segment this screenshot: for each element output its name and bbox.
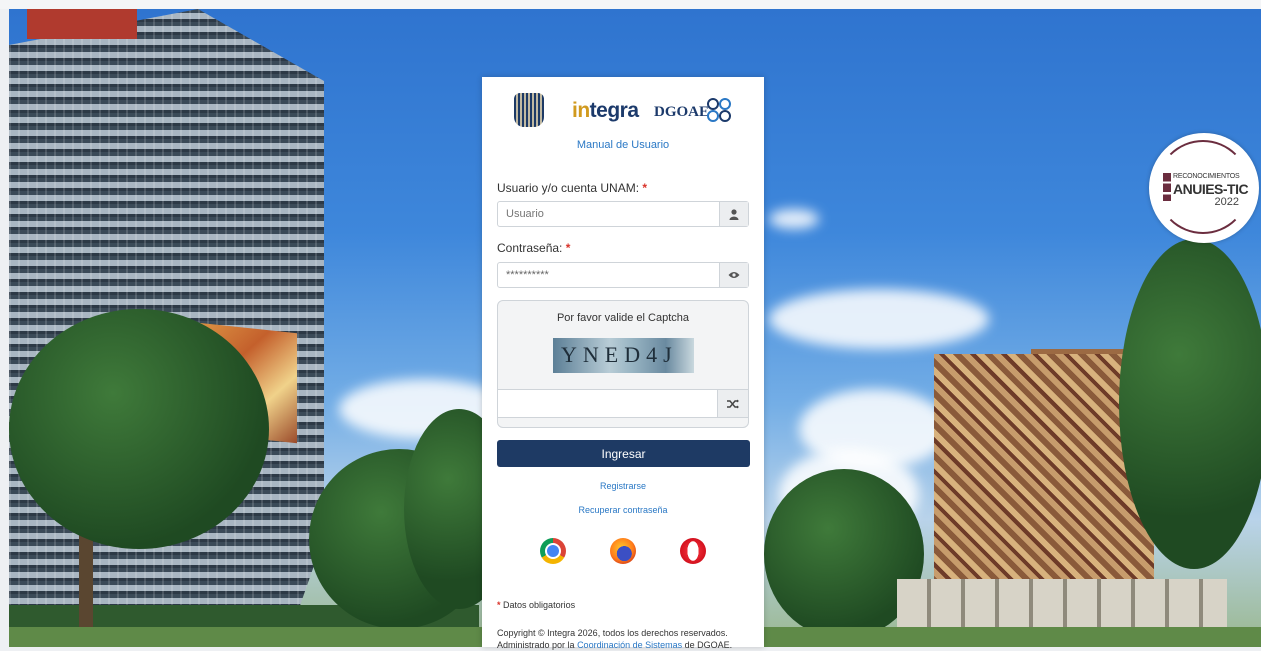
integra-logo: integra	[572, 99, 639, 122]
dgoae-mark-icon	[707, 98, 731, 122]
badge-name: ANUIES-TIC	[1173, 181, 1249, 197]
captcha-input[interactable]	[498, 390, 722, 418]
shuffle-icon[interactable]	[717, 390, 748, 417]
captcha-image: YNED4J	[553, 338, 694, 373]
password-field	[497, 262, 749, 288]
login-panel: integra DGOAE Manual de Usuario Usuario …	[482, 77, 764, 650]
username-field	[497, 201, 749, 227]
username-label: Usuario y/o cuenta UNAM: *	[497, 181, 648, 195]
login-button[interactable]: Ingresar	[497, 440, 750, 467]
opera-icon[interactable]	[680, 538, 706, 564]
captcha-title: Por favor valide el Captcha	[556, 312, 690, 324]
chrome-icon[interactable]	[540, 538, 566, 564]
eye-icon[interactable]	[719, 263, 748, 287]
required-note: * Datos obligatorios	[497, 600, 576, 610]
recover-password-link[interactable]: Recuperar contraseña	[482, 505, 764, 515]
username-input[interactable]	[498, 202, 722, 226]
anuies-tic-badge: RECONOCIMIENTOS ANUIES-TIC 2022	[1149, 133, 1259, 243]
systems-coordination-link[interactable]: Coordinación de Sistemas	[577, 640, 682, 650]
dgoae-logo: DGOAE	[654, 104, 710, 120]
badge-title: RECONOCIMIENTOS	[1173, 173, 1240, 180]
captcha-box: Por favor valide el Captcha YNED4J	[497, 300, 749, 428]
user-icon	[719, 202, 748, 226]
captcha-text: YNED4J	[561, 342, 678, 367]
logo-row: integra DGOAE	[482, 91, 764, 131]
password-input[interactable]	[498, 263, 722, 287]
register-link[interactable]: Registrarse	[482, 481, 764, 491]
unam-seal-icon	[514, 93, 544, 127]
captcha-field	[498, 389, 748, 418]
top-bar	[0, 0, 1261, 9]
manual-link[interactable]: Manual de Usuario	[482, 139, 764, 151]
badge-year: 2022	[1214, 196, 1239, 208]
password-label: Contraseña: *	[497, 241, 571, 255]
firefox-icon[interactable]	[610, 538, 636, 564]
copyright-text: Copyright © Integra 2026, todos los dere…	[497, 628, 733, 650]
